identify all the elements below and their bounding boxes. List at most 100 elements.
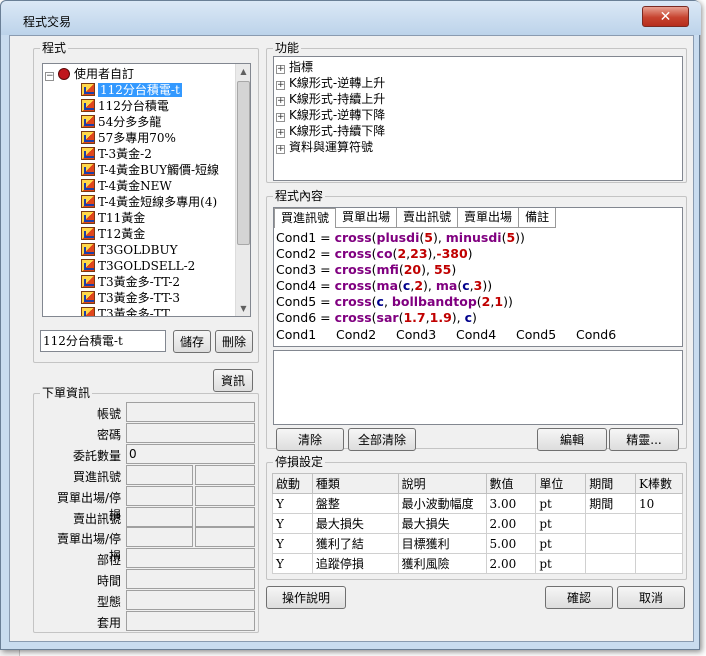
order-field-input[interactable] <box>126 506 193 527</box>
table-cell[interactable] <box>635 553 683 574</box>
tree-item[interactable]: T3GOLDSELL-2 <box>81 258 195 274</box>
column-header[interactable]: 說明 <box>397 473 487 494</box>
tree-item[interactable]: T-4黃金BUY觸價-短線 <box>81 162 219 178</box>
order-field-input[interactable] <box>126 611 255 631</box>
clear-all-button[interactable]: 全部清除 <box>348 428 416 451</box>
function-item[interactable]: + K線形式-持續下降 <box>276 123 385 139</box>
order-field-input-secondary[interactable] <box>195 527 255 548</box>
function-item[interactable]: + K線形式-逆轉下降 <box>276 107 385 123</box>
table-cell[interactable]: Y <box>272 513 313 534</box>
scroll-down-icon[interactable]: ▼ <box>236 301 250 316</box>
cancel-button[interactable]: 取消 <box>617 586 685 609</box>
collapse-toggle-icon[interactable]: − <box>45 72 54 81</box>
code-line[interactable]: Cond4 = cross(ma(c,2), ma(c,3)) <box>276 278 492 294</box>
tree-item[interactable]: T3黃金多-TT <box>81 306 170 316</box>
table-row[interactable]: Y 最大損失 最大損失 2.00 pt <box>272 513 683 534</box>
table-row[interactable]: Y 獲利了結 目標獲利 5.00 pt <box>272 533 683 554</box>
order-field-input[interactable] <box>126 402 255 422</box>
table-cell[interactable]: 3.00 <box>485 493 537 514</box>
tree-item[interactable]: 54分多多龍 <box>81 114 161 130</box>
order-field-input[interactable] <box>126 485 193 506</box>
scrollbar-thumb[interactable] <box>237 81 250 245</box>
table-cell[interactable]: 最大損失 <box>311 513 399 534</box>
save-button[interactable]: 儲存 <box>173 330 211 353</box>
table-row[interactable]: Y 追蹤停損 獲利風險 2.00 pt <box>272 553 683 574</box>
table-cell[interactable]: 目標獲利 <box>397 533 487 554</box>
table-row[interactable]: Y 盤整 最小波動幅度 3.00 pt 期間 10 <box>272 493 683 514</box>
tab-signal[interactable]: 買單出場 <box>336 208 398 228</box>
code-line[interactable]: Cond3 = cross(mfi(20), 55) <box>276 262 456 278</box>
order-field-input[interactable] <box>126 527 193 548</box>
order-field-input[interactable] <box>126 464 193 485</box>
condition-chip[interactable]: Cond1 <box>276 327 336 342</box>
order-field-input-secondary[interactable] <box>195 464 255 485</box>
info-button[interactable]: 資訊 <box>213 369 253 392</box>
code-line[interactable]: Cond2 = cross(co(2,23),-380) <box>276 246 473 262</box>
table-cell[interactable]: 期間 <box>585 493 636 514</box>
tree-item[interactable]: 112分台積電-t <box>81 82 182 98</box>
expand-icon[interactable]: + <box>276 129 285 138</box>
order-field-input[interactable] <box>126 422 255 443</box>
condition-chip[interactable]: Cond2 <box>336 327 396 342</box>
tree-item[interactable]: 112分台積電 <box>81 98 169 114</box>
order-field-input[interactable]: 0 <box>126 443 255 464</box>
notes-area[interactable] <box>273 350 683 425</box>
table-cell[interactable]: pt <box>535 533 587 554</box>
table-cell[interactable]: 10 <box>635 493 683 514</box>
table-cell[interactable] <box>635 513 683 534</box>
table-cell[interactable]: Y <box>272 493 313 514</box>
column-header[interactable]: 種類 <box>311 473 399 494</box>
program-name-input[interactable]: 112分台積電-t <box>40 330 166 352</box>
stoploss-table[interactable]: 啟動 種類 說明 數值 單位 期間 K棒數 Y 盤整 最小波動幅度 3.00 pt 期間 10 Y 最大損失最… <box>272 473 683 574</box>
scroll-up-icon[interactable]: ▲ <box>236 64 250 79</box>
functions-tree[interactable]: + 指標 + K線形式-逆轉上升 + K線形式-持續上升 + K線形式-逆轉下降 + K線形式-持… <box>273 56 683 181</box>
column-header[interactable]: 期間 <box>585 473 636 494</box>
order-field-input-secondary[interactable] <box>195 506 255 527</box>
tab-signal[interactable]: 賣單出場 <box>458 208 520 228</box>
tree-item[interactable]: T-3黃金-2 <box>81 146 152 162</box>
column-header[interactable]: 單位 <box>535 473 587 494</box>
expand-icon[interactable]: + <box>276 65 285 74</box>
table-cell[interactable]: Y <box>272 553 313 574</box>
condition-chip[interactable]: Cond6 <box>576 327 636 342</box>
close-button[interactable]: ✕ <box>642 6 689 27</box>
table-cell[interactable]: pt <box>535 513 587 534</box>
condition-chip[interactable]: Cond5 <box>516 327 576 342</box>
tree-item[interactable]: T-4黃金NEW <box>81 178 172 194</box>
table-cell[interactable] <box>585 533 636 554</box>
table-cell[interactable]: 盤整 <box>311 493 399 514</box>
table-cell[interactable]: 2.00 <box>485 513 537 534</box>
tree-item[interactable]: T3GOLDBUY <box>81 242 178 258</box>
table-cell[interactable] <box>585 513 636 534</box>
tree-item[interactable]: T3黃金多-TT-2 <box>81 274 180 290</box>
function-item[interactable]: + K線形式-逆轉上升 <box>276 75 385 91</box>
function-item[interactable]: + 資料與運算符號 <box>276 139 373 155</box>
table-cell[interactable]: 最小波動幅度 <box>397 493 487 514</box>
column-header[interactable]: 數值 <box>485 473 537 494</box>
table-cell[interactable]: pt <box>535 493 587 514</box>
tree-root[interactable]: − 使用者自訂 <box>45 66 134 82</box>
order-field-input[interactable] <box>126 569 255 590</box>
edit-button[interactable]: 編輯 <box>537 428 607 451</box>
program-tree[interactable]: − 使用者自訂 112分台積電-t 112分台積電 54分多多龍 57多專用70% T-3… <box>42 63 251 317</box>
expand-icon[interactable]: + <box>276 113 285 122</box>
column-header[interactable]: 啟動 <box>272 473 313 494</box>
tree-item[interactable]: 57多專用70% <box>81 130 176 146</box>
code-editor[interactable]: 買進訊號 買單出場 賣出訊號 賣單出場 備註 Cond1 = cross(plusdi(… <box>273 207 683 347</box>
table-cell[interactable]: pt <box>535 553 587 574</box>
clear-button[interactable]: 清除 <box>276 428 344 451</box>
title-bar[interactable]: 程式交易 ✕ <box>1 1 701 35</box>
wizard-button[interactable]: 精靈... <box>609 428 679 451</box>
table-cell[interactable] <box>635 533 683 554</box>
delete-button[interactable]: 刪除 <box>215 330 253 353</box>
code-line[interactable]: Cond5 = cross(c, bollbandtop(2,1)) <box>276 294 513 310</box>
tab-signal[interactable]: 買進訊號 <box>274 208 337 228</box>
table-cell[interactable]: 2.00 <box>485 553 537 574</box>
tree-item[interactable]: T12黃金 <box>81 226 145 242</box>
table-cell[interactable] <box>585 553 636 574</box>
ok-button[interactable]: 確認 <box>545 586 613 609</box>
expand-icon[interactable]: + <box>276 145 285 154</box>
table-cell[interactable]: Y <box>272 533 313 554</box>
function-item[interactable]: + 指標 <box>276 59 313 75</box>
condition-chip[interactable]: Cond3 <box>396 327 456 342</box>
